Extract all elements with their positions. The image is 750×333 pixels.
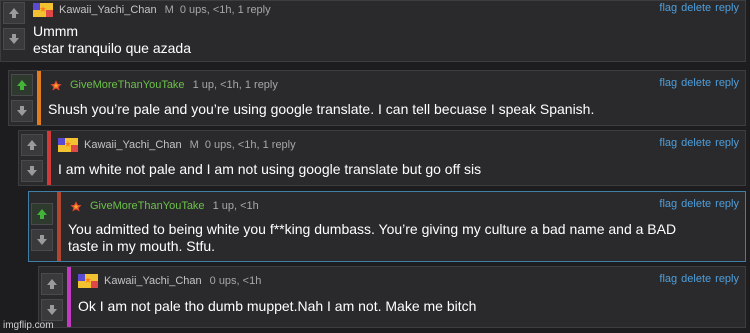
- comment-text: I am white not pale and I am not using g…: [58, 161, 735, 178]
- delete-link[interactable]: delete: [681, 198, 711, 210]
- up-arrow-icon: [37, 208, 47, 219]
- comment-body: Kawaii_Yachi_Chan M 0 ups, <1h, 1 reply …: [52, 131, 745, 185]
- up-arrow-icon: [27, 140, 37, 150]
- upvote-button[interactable]: [41, 273, 63, 295]
- comment-actions: flag delete reply: [659, 198, 739, 210]
- comment-stats: 1 up, <1h: [212, 200, 259, 212]
- username[interactable]: Kawaii_Yachi_Chan: [59, 4, 157, 16]
- comment-actions: flag delete reply: [659, 137, 739, 149]
- upvote-button[interactable]: [21, 134, 43, 156]
- comment-body: GiveMoreThanYouTake 1 up, <1h, 1 reply f…: [42, 71, 745, 125]
- comment-line: Shush you’re pale and you’re using googl…: [48, 101, 595, 117]
- reply-link[interactable]: reply: [715, 2, 739, 14]
- up-arrow-icon: [17, 80, 27, 90]
- downvote-button[interactable]: [11, 100, 33, 122]
- avatar: [33, 3, 53, 17]
- comment-line: Ummm: [33, 23, 79, 39]
- comment-body: GiveMoreThanYouTake 1 up, <1h flag delet…: [62, 192, 745, 261]
- watermark: imgflip.com: [3, 320, 54, 331]
- comment-meta: GiveMoreThanYouTake 1 up, <1h, 1 reply f…: [48, 77, 739, 93]
- comment-text: Ok I am not pale tho dumb muppet.Nah I a…: [78, 298, 735, 315]
- down-arrow-icon: [37, 234, 47, 245]
- down-arrow-icon: [9, 34, 19, 44]
- comment-2: GiveMoreThanYouTake 1 up, <1h, 1 reply f…: [8, 70, 746, 126]
- vote-column: [9, 71, 35, 125]
- avatar: [78, 274, 98, 288]
- flag-link[interactable]: flag: [659, 273, 677, 285]
- upvote-button[interactable]: [11, 74, 33, 96]
- comment-body: Kawaii_Yachi_Chan 0 ups, <1h flag delete…: [72, 267, 745, 327]
- gender-tag: M: [164, 4, 174, 16]
- comment-line: I am white not pale and I am not using g…: [58, 161, 482, 177]
- comment-stats: 0 ups, <1h, 1 reply: [179, 4, 271, 16]
- comment-stats: 1 up, <1h, 1 reply: [192, 79, 278, 91]
- vote-column: [29, 192, 55, 261]
- flag-link[interactable]: flag: [659, 198, 677, 210]
- upvote-button[interactable]: [3, 2, 25, 24]
- comment-line: taste in my mouth. Stfu.: [68, 238, 216, 254]
- comment-actions: flag delete reply: [659, 273, 739, 285]
- downvote-button[interactable]: [21, 160, 43, 182]
- delete-link[interactable]: delete: [681, 137, 711, 149]
- comment-actions: flag delete reply: [659, 2, 739, 14]
- thread-bar: [37, 71, 41, 125]
- comment-line: estar tranquilo que azada: [33, 40, 191, 56]
- reply-link[interactable]: reply: [715, 273, 739, 285]
- comment-1: Kawaii_Yachi_Chan M 0 ups, <1h, 1 reply …: [0, 0, 746, 62]
- comment-actions: flag delete reply: [659, 77, 739, 89]
- comment-stats: 0 ups, <1h: [209, 275, 262, 287]
- down-arrow-icon: [47, 305, 57, 315]
- comment-text: You admitted to being white you f**king …: [68, 221, 735, 255]
- username[interactable]: GiveMoreThanYouTake: [70, 79, 185, 91]
- comment-meta: GiveMoreThanYouTake 1 up, <1h flag delet…: [68, 198, 739, 214]
- delete-link[interactable]: delete: [681, 2, 711, 14]
- comment-stats: 0 ups, <1h, 1 reply: [204, 139, 296, 151]
- vote-column: [1, 2, 27, 61]
- comment-body: Kawaii_Yachi_Chan M 0 ups, <1h, 1 reply …: [27, 1, 745, 61]
- username[interactable]: GiveMoreThanYouTake: [90, 200, 205, 212]
- username[interactable]: Kawaii_Yachi_Chan: [84, 139, 182, 151]
- vote-column: [39, 267, 65, 327]
- comment-4: GiveMoreThanYouTake 1 up, <1h flag delet…: [28, 191, 746, 262]
- comment-3: Kawaii_Yachi_Chan M 0 ups, <1h, 1 reply …: [18, 130, 746, 186]
- delete-link[interactable]: delete: [681, 273, 711, 285]
- gender-tag: M: [189, 139, 199, 151]
- delete-link[interactable]: delete: [681, 77, 711, 89]
- thread-bar: [67, 267, 71, 327]
- reply-link[interactable]: reply: [715, 198, 739, 210]
- comment-5: Kawaii_Yachi_Chan 0 ups, <1h flag delete…: [38, 266, 746, 328]
- downvote-button[interactable]: [41, 299, 63, 321]
- down-arrow-icon: [17, 106, 27, 116]
- up-arrow-icon: [47, 279, 57, 289]
- comment-meta: Kawaii_Yachi_Chan 0 ups, <1h flag delete…: [78, 273, 739, 289]
- avatar: [58, 138, 78, 152]
- flag-link[interactable]: flag: [659, 77, 677, 89]
- downvote-button[interactable]: [3, 28, 25, 50]
- star-avatar-icon: [50, 80, 62, 91]
- username[interactable]: Kawaii_Yachi_Chan: [104, 275, 202, 287]
- flag-link[interactable]: flag: [659, 2, 677, 14]
- comment-text: Ummm estar tranquilo que azada: [33, 23, 735, 57]
- comment-meta: Kawaii_Yachi_Chan M 0 ups, <1h, 1 reply …: [58, 137, 739, 153]
- flag-link[interactable]: flag: [659, 137, 677, 149]
- thread-bar: [47, 131, 51, 185]
- downvote-button[interactable]: [31, 228, 53, 251]
- thread-bar: [57, 192, 61, 261]
- reply-link[interactable]: reply: [715, 137, 739, 149]
- down-arrow-icon: [27, 166, 37, 176]
- reply-link[interactable]: reply: [715, 77, 739, 89]
- upvote-button[interactable]: [31, 202, 53, 225]
- comment-line: Ok I am not pale tho dumb muppet.Nah I a…: [78, 298, 477, 314]
- comment-meta: Kawaii_Yachi_Chan M 0 ups, <1h, 1 reply …: [33, 2, 739, 18]
- comment-line: You admitted to being white you f**king …: [68, 221, 677, 237]
- comment-text: Shush you’re pale and you’re using googl…: [48, 101, 735, 118]
- star-avatar-icon: [70, 201, 82, 212]
- vote-column: [19, 131, 45, 185]
- up-arrow-icon: [9, 8, 19, 18]
